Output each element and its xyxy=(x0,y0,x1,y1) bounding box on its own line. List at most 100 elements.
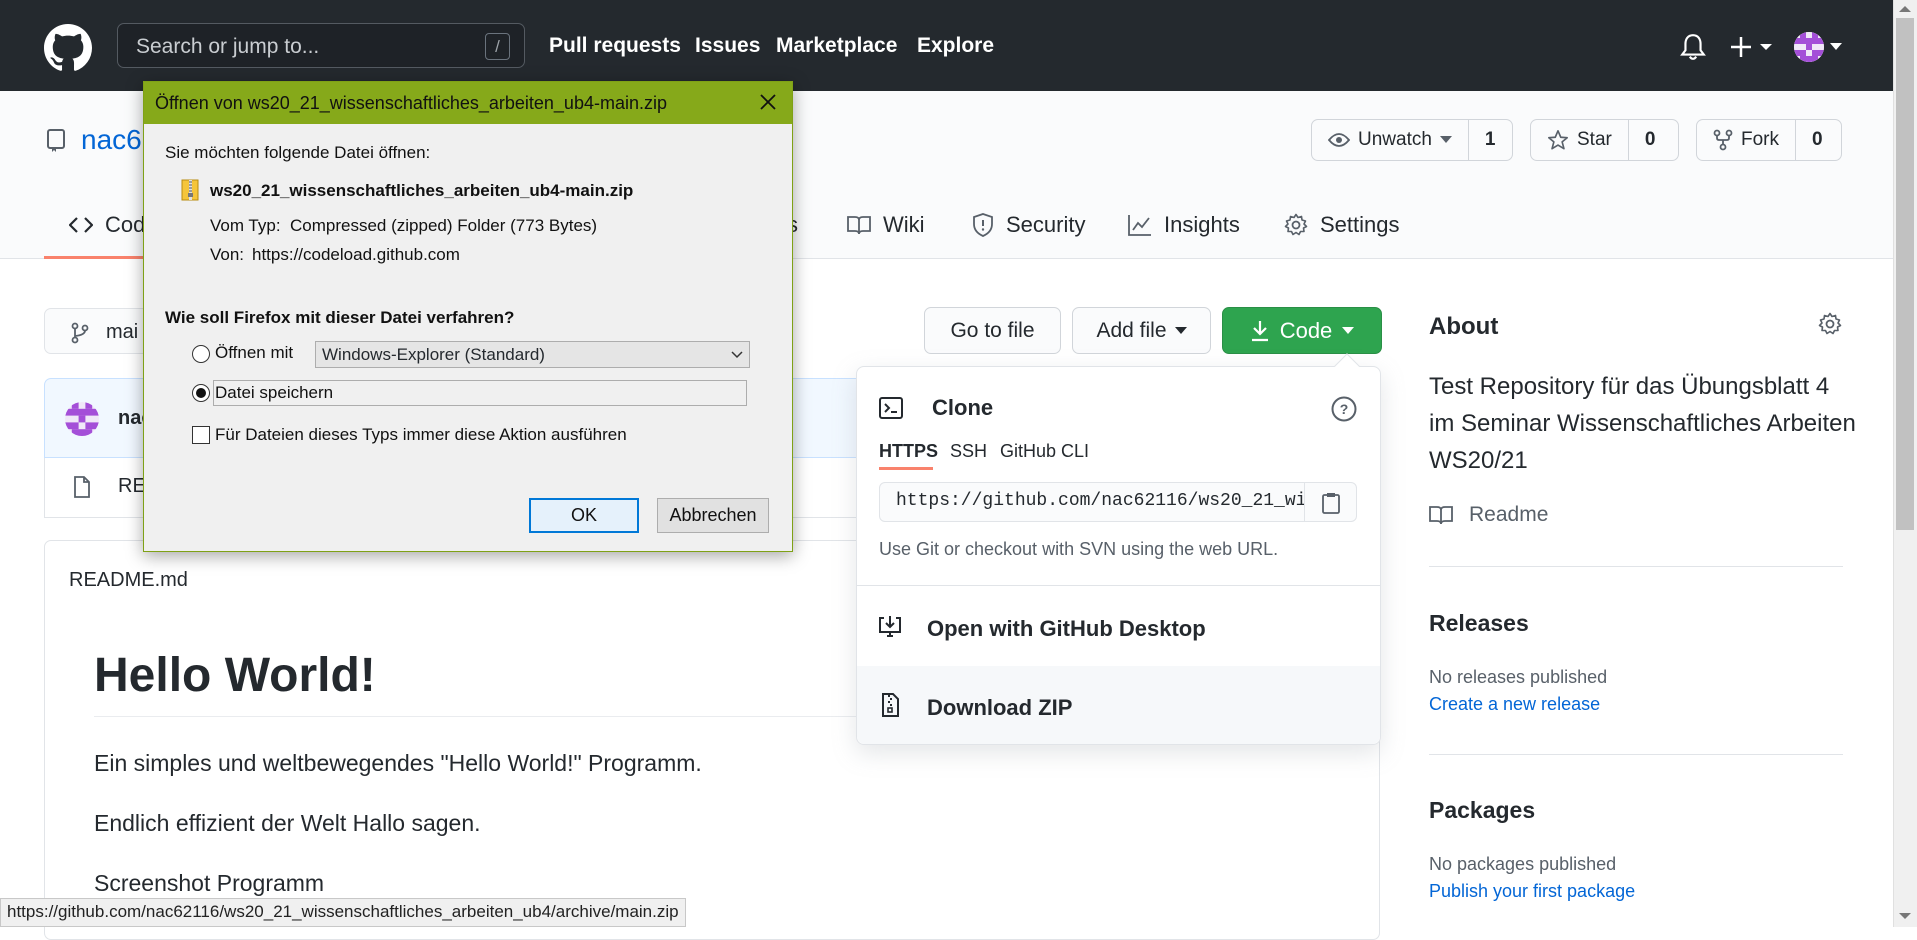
copy-url-button[interactable] xyxy=(1304,482,1357,522)
global-header: Search or jump to... / Pull requests Iss… xyxy=(0,0,1893,91)
git-branch-icon xyxy=(71,322,89,344)
tab-settings-label: Settings xyxy=(1320,212,1400,237)
fork-button[interactable]: Fork xyxy=(1697,120,1796,160)
tab-code-underline xyxy=(44,256,152,259)
open-with-label[interactable]: Öffnen mit xyxy=(215,343,293,363)
repo-owner-link[interactable]: nac6 xyxy=(81,124,142,156)
nav-explore[interactable]: Explore xyxy=(917,34,994,58)
cancel-button-label: Abbrechen xyxy=(669,505,757,525)
readme-heading: Hello World! xyxy=(94,649,376,702)
scrollbar-thumb[interactable] xyxy=(1896,18,1914,530)
scroll-down-icon[interactable] xyxy=(1899,912,1911,920)
always-action-label[interactable]: Für Dateien dieses Typs immer diese Akti… xyxy=(215,425,627,445)
eye-icon xyxy=(1328,133,1350,147)
graph-icon xyxy=(1128,215,1151,236)
watch-count[interactable]: 1 xyxy=(1469,120,1512,160)
releases-heading[interactable]: Releases xyxy=(1429,610,1529,637)
download-icon xyxy=(1251,320,1268,341)
dialog-titlebar[interactable]: Öffnen von ws20_21_wissenschaftliches_ar… xyxy=(144,82,792,124)
avatar[interactable] xyxy=(1794,32,1824,62)
dialog-intro: Sie möchten folgende Datei öffnen: xyxy=(165,143,431,162)
search-shortcut-badge: / xyxy=(485,33,510,60)
chevron-down-icon xyxy=(1174,326,1187,334)
publish-package-link[interactable]: Publish your first package xyxy=(1429,881,1635,902)
tab-insights[interactable]: Insights xyxy=(1128,212,1240,238)
clone-tab-ssh[interactable]: SSH xyxy=(950,441,987,462)
repo-icon xyxy=(47,129,65,152)
dialog-type-label: Vom Typ: xyxy=(210,216,281,235)
star-label: Star xyxy=(1577,129,1612,150)
clone-url-input[interactable]: https://github.com/nac62116/ws20_21_wis xyxy=(879,482,1305,522)
add-file-button[interactable]: Add file xyxy=(1072,307,1211,354)
clone-tab-github-cli[interactable]: GitHub CLI xyxy=(1000,441,1089,462)
fork-icon xyxy=(1713,129,1733,151)
star-count[interactable]: 0 xyxy=(1629,120,1672,160)
avatar-caret-icon[interactable] xyxy=(1830,43,1842,51)
fork-label: Fork xyxy=(1741,129,1779,150)
code-icon xyxy=(69,217,93,233)
bell-icon[interactable] xyxy=(1680,33,1706,61)
go-to-file-button[interactable]: Go to file xyxy=(924,307,1061,354)
about-description: Test Repository für das Übungsblatt 4 im… xyxy=(1429,373,1856,474)
readme-paragraph-2: Endlich effizient der Welt Hallo sagen. xyxy=(94,810,481,836)
dialog-type-value: Compressed (zipped) Folder (773 Bytes) xyxy=(290,216,598,235)
create-release-link[interactable]: Create a new release xyxy=(1429,694,1600,715)
terminal-icon xyxy=(879,397,903,419)
fork-count[interactable]: 0 xyxy=(1796,120,1839,160)
question-icon[interactable]: ? xyxy=(1331,396,1357,422)
always-action-checkbox[interactable] xyxy=(192,426,210,444)
commit-avatar[interactable] xyxy=(65,402,99,436)
tab-settings[interactable]: Settings xyxy=(1284,212,1400,238)
tab-security-label: Security xyxy=(1006,212,1086,237)
add-file-label: Add file xyxy=(1096,318,1167,342)
readme-link[interactable]: Readme xyxy=(1429,503,1548,527)
nav-pull-requests[interactable]: Pull requests xyxy=(549,34,681,58)
zip-folder-icon xyxy=(181,179,199,201)
code-button[interactable]: Code xyxy=(1222,307,1382,354)
search-input[interactable]: Search or jump to... / xyxy=(117,23,525,68)
packages-heading[interactable]: Packages xyxy=(1429,797,1535,824)
clone-help-text: Use Git or checkout with SVN using the w… xyxy=(879,539,1279,559)
ok-button[interactable]: OK xyxy=(529,498,639,533)
nav-marketplace[interactable]: Marketplace xyxy=(776,34,897,58)
nav-issues[interactable]: Issues xyxy=(695,34,760,58)
desktop-download-icon xyxy=(879,616,901,637)
close-icon[interactable] xyxy=(756,90,780,114)
star-button[interactable]: Star xyxy=(1531,120,1629,160)
readme-link-label: Readme xyxy=(1469,503,1549,526)
chevron-down-icon xyxy=(1439,136,1452,143)
tab-wiki-label: Wiki xyxy=(883,212,925,237)
open-with-select[interactable]: Windows-Explorer (Standard) xyxy=(315,341,750,368)
star-icon xyxy=(1548,130,1568,150)
gear-icon[interactable] xyxy=(1818,312,1842,336)
readme-paragraph-3: Screenshot Programm xyxy=(94,870,325,896)
readme-paragraph-1: Ein simples und weltbewegendes "Hello Wo… xyxy=(94,750,702,776)
clone-tab-underline xyxy=(879,467,933,470)
plus-dropdown-icon[interactable] xyxy=(1730,36,1774,58)
save-file-radio[interactable] xyxy=(192,384,210,402)
scroll-up-icon[interactable] xyxy=(1899,5,1911,13)
fork-button-group: Fork 0 xyxy=(1696,119,1842,161)
open-with-radio[interactable] xyxy=(192,345,210,363)
cancel-button[interactable]: Abbrechen xyxy=(657,498,769,533)
packages-text: No packages published xyxy=(1429,854,1617,874)
save-file-label[interactable]: Datei speichern xyxy=(215,383,333,403)
readme-title: README.md xyxy=(69,569,188,591)
status-bar-url: https://github.com/nac62116/ws20_21_wiss… xyxy=(0,898,686,927)
tab-security[interactable]: Security xyxy=(972,212,1085,238)
download-zip-label[interactable]: Download ZIP xyxy=(927,695,1072,721)
chevron-down-icon xyxy=(1342,326,1355,334)
clone-tab-https[interactable]: HTTPS xyxy=(879,441,938,462)
file-zip-icon xyxy=(882,693,899,717)
tab-wiki[interactable]: Wiki xyxy=(847,212,925,238)
open-with-select-value: Windows-Explorer (Standard) xyxy=(322,345,545,364)
book-icon xyxy=(1429,506,1453,525)
watch-button-group: Unwatch 1 xyxy=(1311,119,1513,161)
dialog-from-value: https://codeload.github.com xyxy=(252,245,460,264)
open-desktop-label[interactable]: Open with GitHub Desktop xyxy=(927,616,1206,642)
dialog-filename: ws20_21_wissenschaftliches_arbeiten_ub4-… xyxy=(210,181,634,200)
github-logo-icon[interactable] xyxy=(44,24,92,72)
code-button-label: Code xyxy=(1279,317,1333,343)
watch-button[interactable]: Unwatch xyxy=(1312,120,1469,160)
dialog-question: Wie soll Firefox mit dieser Datei verfah… xyxy=(165,308,515,327)
